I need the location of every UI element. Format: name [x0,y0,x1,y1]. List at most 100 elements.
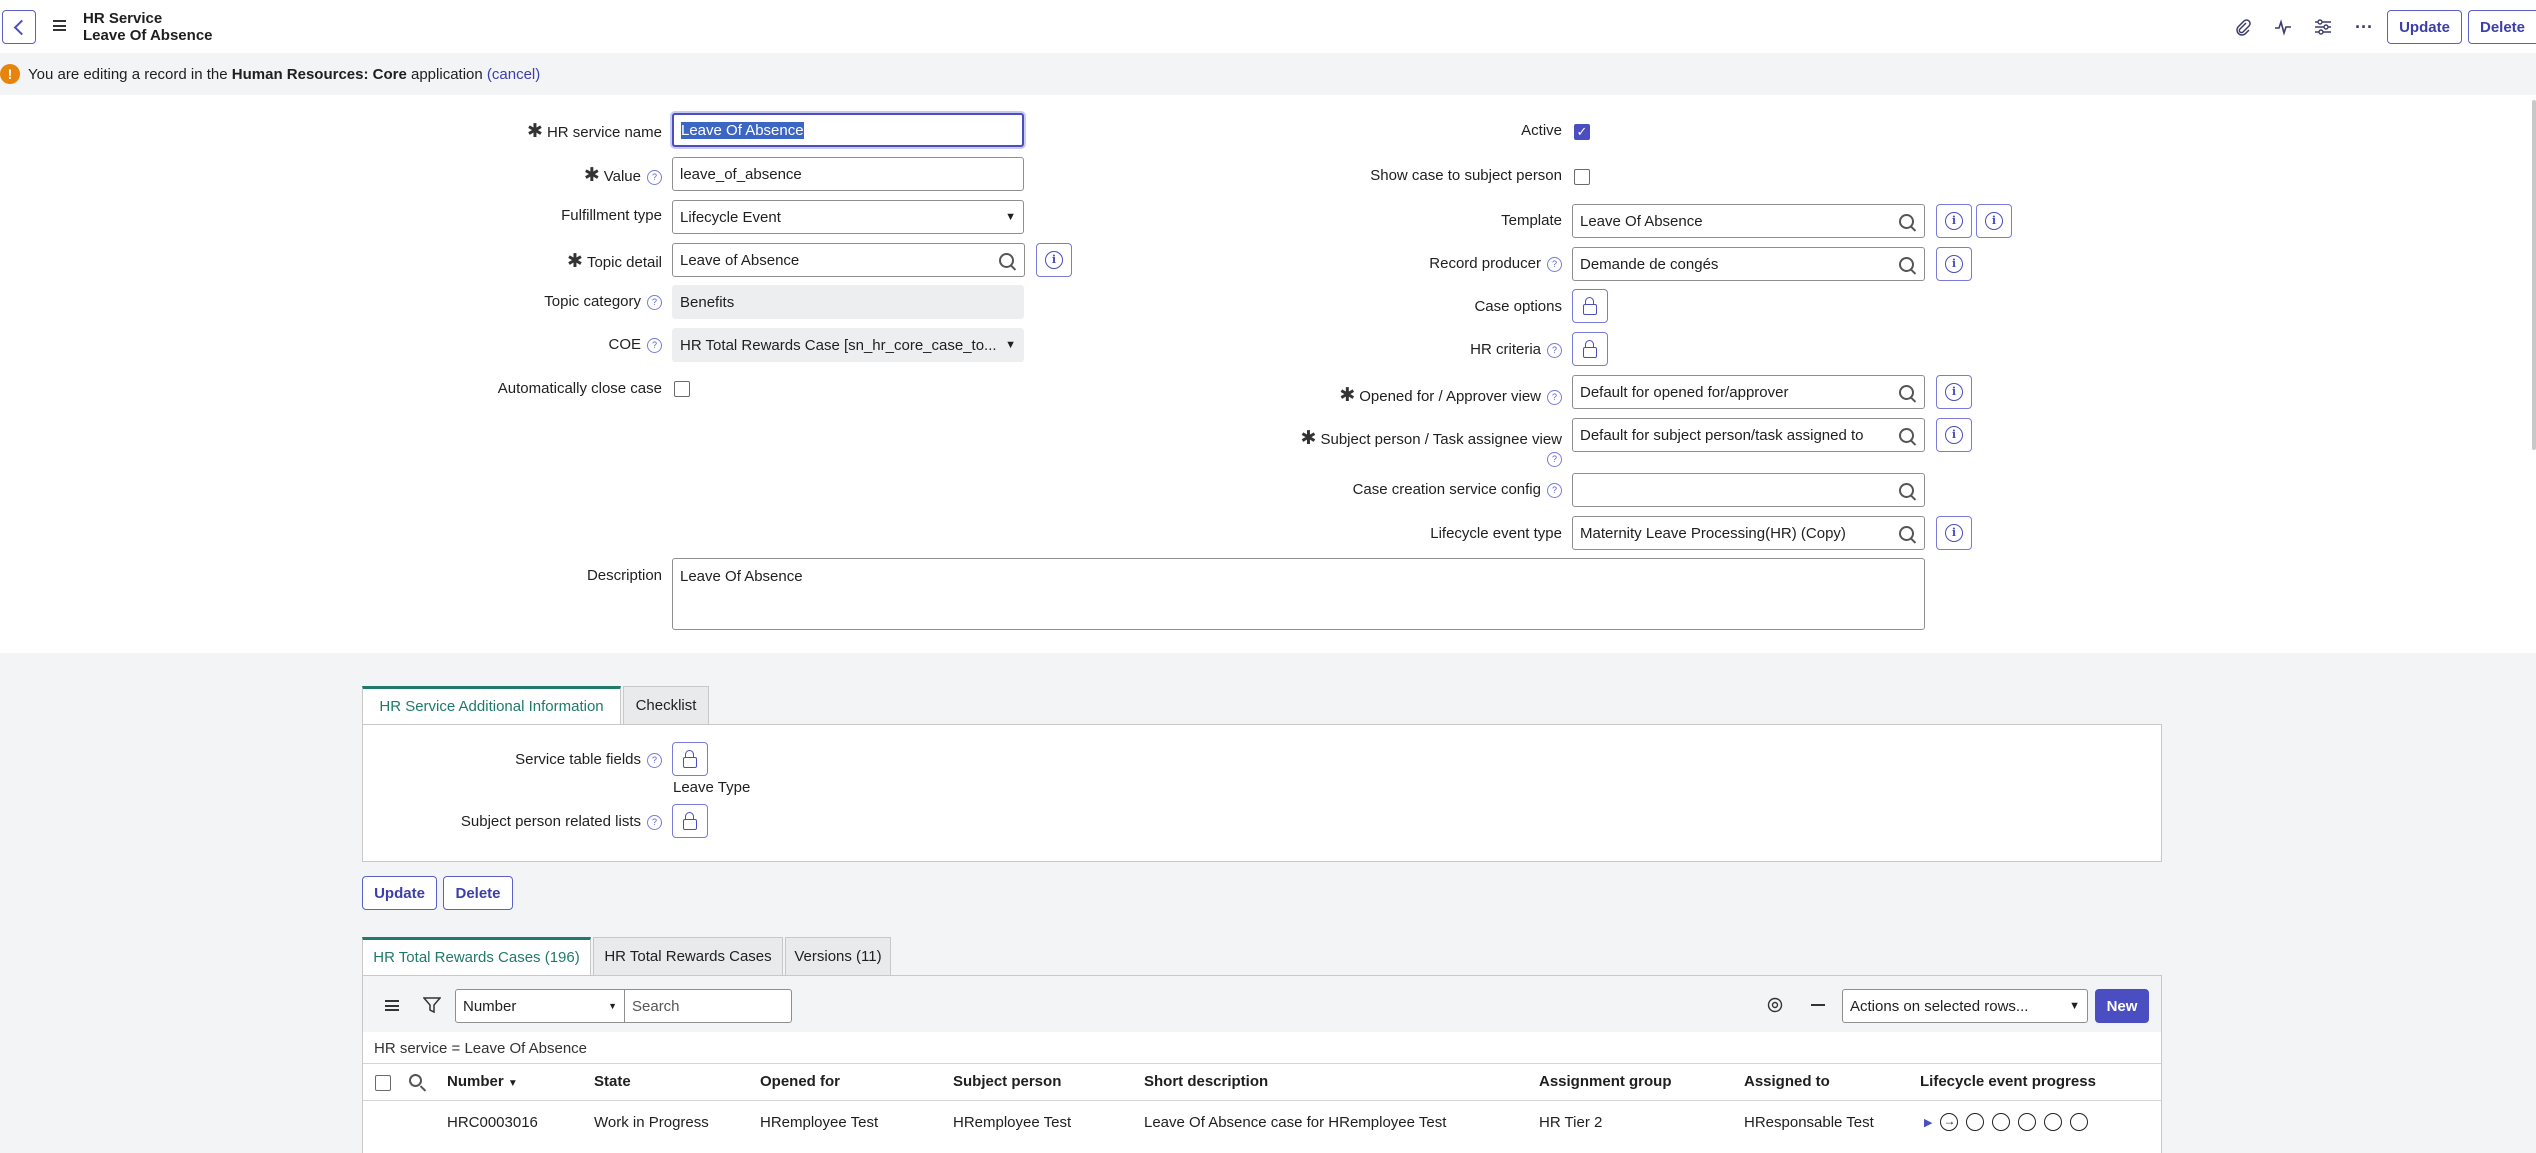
row-assignment-group-link[interactable]: HR Tier 2 [1539,1114,1602,1131]
breadcrumb-filter[interactable]: HR service = Leave Of Absence [374,1040,587,1057]
opened-for-lookup-button[interactable] [1889,375,1925,409]
opened-for-input[interactable]: Default for opened for/approver [1572,375,1890,409]
template-info-button-2[interactable]: i [1976,204,2012,238]
help-icon[interactable]: ? [1547,342,1562,358]
lifecycle-input[interactable]: Maternity Leave Processing(HR) (Copy) [1572,516,1890,550]
help-icon[interactable]: ? [647,814,662,830]
record-producer-label: Record producer? [1429,255,1562,272]
case-creation-input[interactable] [1572,473,1890,507]
hr-criteria-lock-button[interactable] [1572,332,1608,366]
record-producer-info-button[interactable]: i [1936,247,1972,281]
scrollbar[interactable] [2532,100,2536,450]
help-icon[interactable]: ? [647,337,662,353]
list-search-input[interactable]: Search [624,989,792,1023]
tab-hr-service-additional-info[interactable]: HR Service Additional Information [362,686,621,724]
row-subject-person-link[interactable]: HRemployee Test [953,1114,1071,1131]
hr-service-name-value: Leave Of Absence [681,121,804,139]
required-icon: ✱ [527,121,543,142]
hr-service-name-input[interactable]: Leave Of Absence [672,113,1024,147]
help-icon[interactable]: ? [1547,256,1562,272]
help-icon[interactable]: ? [647,294,662,310]
tab-hr-total-rewards-cases[interactable]: HR Total Rewards Cases [593,937,783,975]
case-options-lock-button[interactable] [1572,289,1608,323]
auto-close-checkbox[interactable] [674,381,690,397]
bottom-update-button[interactable]: Update [362,876,437,910]
opened-for-info-button[interactable]: i [1936,375,1972,409]
progress-current-icon: → [1940,1113,1959,1131]
hamburger-menu-icon[interactable] [53,20,66,31]
show-case-checkbox[interactable] [1574,169,1590,185]
column-lifecycle-progress[interactable]: Lifecycle event progress [1920,1073,2096,1090]
filter-icon[interactable] [422,996,442,1018]
header-delete-button[interactable]: Delete [2468,10,2536,44]
row-number-link[interactable]: HRC0003016 [447,1114,538,1131]
personalize-form-icon[interactable] [2309,13,2337,41]
service-table-fields-lock-button[interactable] [672,742,708,776]
template-lookup-button[interactable] [1889,204,1925,238]
help-icon[interactable]: ? [1547,389,1562,405]
template-info-button[interactable]: i [1936,204,1972,238]
subject-person-info-button[interactable]: i [1936,418,1972,452]
more-options-icon[interactable]: ··· [2350,13,2378,41]
info-icon: i [1945,426,1963,444]
tab-checklist[interactable]: Checklist [623,686,709,724]
column-search-icon[interactable] [409,1074,422,1087]
expand-arrow-icon[interactable]: ▶ [1924,1116,1932,1129]
help-icon[interactable]: ? [1547,482,1562,498]
settings-gear-icon[interactable] [1766,996,1784,1014]
lock-icon [683,811,697,830]
fulfillment-type-select[interactable]: Lifecycle Event ▼ [672,200,1024,234]
value-input[interactable]: leave_of_absence [672,157,1024,191]
subject-person-lookup-button[interactable] [1889,418,1925,452]
new-button[interactable]: New [2095,989,2149,1023]
case-creation-lookup-button[interactable] [1889,473,1925,507]
bottom-delete-button[interactable]: Delete [443,876,513,910]
service-table-fields-label: Service table fields? [515,751,662,768]
header-update-button[interactable]: Update [2387,10,2462,44]
subject-person-input[interactable]: Default for subject person/task assigned… [1572,418,1890,452]
back-button[interactable] [2,10,36,44]
form-header: HR Service Leave Of Absence ··· Update D… [0,0,2536,54]
template-input[interactable]: Leave Of Absence [1572,204,1890,238]
lifecycle-info-button[interactable]: i [1936,516,1972,550]
subject-related-lists-lock-button[interactable] [672,804,708,838]
column-opened-for[interactable]: Opened for [760,1073,840,1090]
banner-suffix: application [406,66,487,83]
progress-step-icon [1992,1113,2011,1131]
help-icon[interactable]: ? [647,169,662,185]
cancel-link[interactable]: (cancel) [487,66,540,83]
search-field-select[interactable]: Number ▼ [455,989,625,1023]
attachment-icon[interactable] [2229,13,2257,41]
column-assignment-group[interactable]: Assignment group [1539,1073,1672,1090]
activity-icon[interactable] [2269,13,2297,41]
hr-criteria-label: HR criteria? [1470,341,1562,358]
column-number[interactable]: Number ▼ [447,1073,518,1090]
column-subject-person[interactable]: Subject person [953,1073,1061,1090]
column-state[interactable]: State [594,1073,631,1090]
row-assigned-to-link[interactable]: HResponsable Test [1744,1114,1874,1131]
select-all-checkbox[interactable] [375,1075,391,1091]
active-checkbox[interactable]: ✓ [1574,124,1590,140]
description-textarea[interactable]: Leave Of Absence [672,558,1925,630]
list-menu-icon[interactable] [385,1000,399,1011]
topic-detail-info-button[interactable]: i [1036,243,1072,277]
topic-detail-lookup-button[interactable] [989,243,1025,277]
coe-field[interactable]: HR Total Rewards Case [sn_hr_core_case_t… [672,328,1024,362]
lifecycle-lookup-button[interactable] [1889,516,1925,550]
column-short-description[interactable]: Short description [1144,1073,1268,1090]
help-icon[interactable]: ? [647,752,662,768]
tab-versions[interactable]: Versions (11) [785,937,891,975]
info-icon: i [1945,212,1963,230]
record-producer-input[interactable]: Demande de congés [1572,247,1890,281]
collapse-icon[interactable] [1811,1004,1825,1006]
actions-select[interactable]: Actions on selected rows... ▼ [1842,989,2088,1023]
record-producer-lookup-button[interactable] [1889,247,1925,281]
topic-detail-input[interactable]: Leave of Absence [672,243,990,277]
tab-hr-total-rewards-cases-196[interactable]: HR Total Rewards Cases (196) [362,937,591,975]
template-label: Template [1501,212,1562,229]
subject-person-label: ✱ Subject person / Task assignee view? [1301,427,1562,467]
row-opened-for-link[interactable]: HRemployee Test [760,1114,878,1131]
fulfillment-type-value: Lifecycle Event [680,208,781,226]
column-assigned-to[interactable]: Assigned to [1744,1073,1830,1090]
help-icon[interactable]: ? [1547,451,1562,467]
